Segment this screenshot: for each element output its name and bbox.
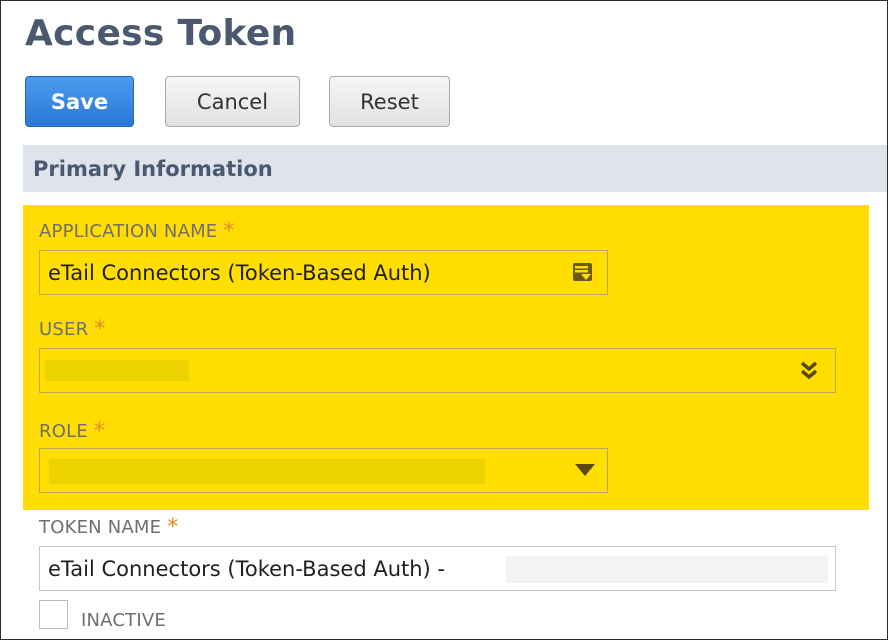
cancel-button[interactable]: Cancel: [165, 76, 300, 127]
user-label-text: USER: [39, 319, 89, 340]
save-button[interactable]: Save: [25, 76, 134, 127]
user-field[interactable]: [39, 348, 836, 393]
required-star: *: [94, 317, 106, 342]
role-label: ROLE *: [39, 419, 105, 444]
list-picker-icon[interactable]: [572, 261, 594, 283]
dropdown-triangle-icon[interactable]: [574, 463, 596, 477]
required-star: *: [223, 219, 235, 244]
token-name-input[interactable]: eTail Connectors (Token-Based Auth) -: [39, 546, 836, 591]
required-star: *: [167, 515, 179, 540]
token-name-value: eTail Connectors (Token-Based Auth) -: [48, 556, 445, 581]
section-title: Primary Information: [33, 156, 273, 181]
inactive-label: INACTIVE: [81, 610, 166, 631]
role-label-text: ROLE: [39, 421, 88, 442]
primary-information-header: Primary Information: [23, 145, 887, 192]
application-name-field[interactable]: eTail Connectors (Token-Based Auth): [39, 250, 608, 295]
token-name-label: TOKEN NAME *: [39, 515, 178, 540]
application-name-label: APPLICATION NAME *: [39, 219, 235, 244]
access-token-form-window: Access Token Save Cancel Reset Primary I…: [0, 0, 888, 640]
inactive-checkbox[interactable]: [39, 600, 68, 629]
redacted-token-suffix: [506, 556, 828, 583]
page-title: Access Token: [25, 13, 297, 54]
redacted-user-value: [45, 360, 189, 381]
token-name-label-text: TOKEN NAME: [39, 517, 162, 538]
application-name-value: eTail Connectors (Token-Based Auth): [48, 260, 431, 285]
user-label: USER *: [39, 317, 105, 342]
required-star: *: [93, 419, 106, 444]
reset-button[interactable]: Reset: [329, 76, 450, 127]
application-name-label-text: APPLICATION NAME: [39, 221, 218, 242]
double-chevron-down-icon[interactable]: [800, 361, 818, 381]
redacted-role-value: [49, 459, 485, 484]
role-select[interactable]: [39, 448, 608, 493]
